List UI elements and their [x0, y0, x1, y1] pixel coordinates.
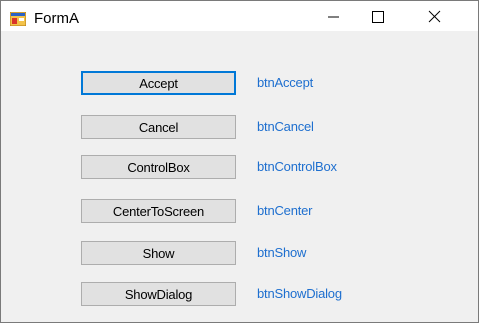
show-button-name-label: btnShow	[257, 245, 307, 260]
center-to-screen-button[interactable]: CenterToScreen	[81, 199, 236, 223]
cancel-button-name-label: btnCancel	[257, 119, 314, 134]
showdialog-button-name-label: btnShowDialog	[257, 286, 342, 301]
cancel-button[interactable]: Cancel	[81, 115, 236, 139]
windows-form-icon[interactable]	[9, 11, 27, 27]
accept-button-name-label: btnAccept	[257, 75, 314, 90]
minimize-icon	[328, 16, 339, 18]
showdialog-button[interactable]: ShowDialog	[81, 282, 236, 306]
window-title: FormA	[34, 10, 79, 27]
close-button[interactable]	[421, 1, 466, 31]
close-icon	[428, 10, 441, 23]
form-client-area: Accept btnAccept Cancel btnCancel Contro…	[1, 31, 478, 322]
show-button[interactable]: Show	[81, 241, 236, 265]
minimize-button[interactable]	[311, 1, 356, 31]
maximize-button[interactable]	[356, 1, 401, 31]
accept-button[interactable]: Accept	[81, 71, 236, 95]
controlbox-button-name-label: btnControlBox	[257, 159, 337, 174]
form-window: FormA Accept btnAccept Cancel btnCancel	[0, 0, 479, 323]
maximize-icon	[372, 11, 384, 23]
center-button-name-label: btnCenter	[257, 203, 313, 218]
controlbox-button[interactable]: ControlBox	[81, 155, 236, 179]
title-bar[interactable]: FormA	[1, 1, 478, 31]
